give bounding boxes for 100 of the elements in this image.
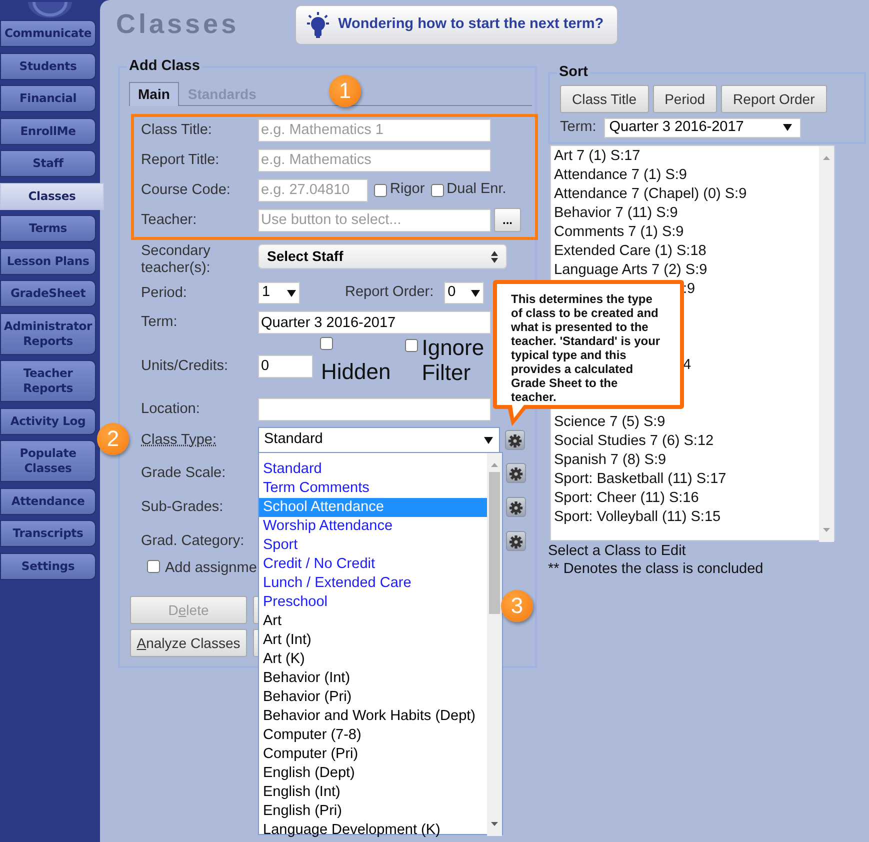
sidebar-item[interactable]: Attendance: [0, 488, 96, 514]
checkbox[interactable]: [404, 339, 418, 352]
dropdown-option[interactable]: Art: [259, 612, 487, 631]
class-list-item[interactable]: Sport: Basketball (11) S:17: [554, 470, 819, 489]
dropdown-option[interactable]: Preschool: [259, 593, 487, 612]
checkbox[interactable]: [147, 560, 160, 572]
field-label: Teacher:: [141, 212, 198, 228]
checkbox[interactable]: [374, 184, 387, 196]
checkbox[interactable]: [320, 336, 333, 350]
class-list-item[interactable]: Science 7 (5) S:9: [554, 413, 819, 432]
gear-icon: [508, 433, 522, 449]
term-select[interactable]: Quarter 3 2016-2017: [604, 118, 802, 138]
sort-button[interactable]: Period: [652, 85, 718, 113]
checkbox-label: Dual Enr.: [446, 180, 506, 200]
sidebar-item[interactable]: Settings: [0, 552, 96, 580]
dropdown-option[interactable]: Behavior (Pri): [259, 688, 487, 707]
sidebar-item[interactable]: Administrator Reports: [0, 312, 96, 354]
dropdown-option[interactable]: Worship Attendance: [259, 517, 487, 536]
logo-drawing: [28, 2, 72, 18]
sidebar-item[interactable]: Communicate: [0, 20, 96, 47]
field-label: Location:: [141, 401, 201, 418]
note-text: ** Denotes the class is concluded: [548, 560, 764, 578]
sidebar-item[interactable]: Staff: [0, 150, 96, 177]
dropdown-option[interactable]: English (Int): [259, 783, 487, 802]
class-list-item[interactable]: Extended Care (1) S:18: [554, 242, 819, 261]
dropdown-option[interactable]: Computer (Pri): [259, 745, 487, 764]
sort-button[interactable]: Report Order: [721, 85, 827, 113]
caret-icon: [287, 290, 296, 296]
class-list-item[interactable]: Spanish 7 (8) S:9: [554, 451, 819, 470]
report-title-field[interactable]: e.g. Mathematics: [258, 148, 491, 172]
location-field[interactable]: [258, 398, 491, 421]
field-label: Grad. Category:: [141, 532, 246, 550]
step-badge: 3: [501, 590, 533, 622]
sidebar-item[interactable]: Students: [0, 52, 96, 80]
note-text: Select a Class to Edit: [548, 542, 687, 560]
dropdown-option[interactable]: Language Development (K): [259, 821, 487, 840]
checkbox-label: Add assignme: [165, 559, 257, 578]
gear-icon: [509, 500, 523, 516]
dropdown-option[interactable]: Computer (7-8): [259, 726, 487, 745]
class-list-item[interactable]: Sport: Volleyball (11) S:15: [554, 508, 819, 527]
dropdown-option[interactable]: Behavior and Work Habits (Dept): [259, 707, 487, 726]
sidebar-item[interactable]: EnrollMe: [0, 118, 96, 144]
sidebar-item[interactable]: Terms: [0, 215, 96, 242]
course-code-field[interactable]: e.g. 27.04810: [258, 178, 368, 202]
gear-icon: [509, 534, 523, 550]
field-label: Report Title:: [141, 152, 220, 168]
field-label: Term:: [560, 118, 596, 137]
settings-button[interactable]: [506, 531, 526, 551]
sidebar-item[interactable]: GradeSheet: [0, 280, 96, 307]
checkbox[interactable]: [430, 184, 444, 196]
sidebar-item[interactable]: Teacher Reports: [0, 360, 96, 402]
dropdown-option[interactable]: Lunch / Extended Care: [259, 574, 487, 593]
field-label: Period:: [141, 284, 188, 302]
dropdown-option[interactable]: Standard: [259, 460, 487, 479]
dropdown-option[interactable]: Art (Int): [259, 631, 487, 650]
class-list-item[interactable]: Attendance 7 (1) S:9: [554, 166, 819, 185]
period-select[interactable]: 1: [258, 282, 300, 304]
class-list-item[interactable]: Social Studies 7 (6) S:12: [554, 432, 819, 451]
class-list-item[interactable]: Comments 7 (1) S:9: [554, 223, 819, 242]
sidebar-item[interactable]: Activity Log: [0, 408, 96, 434]
class-list-item[interactable]: Art 7 (1) S:17: [554, 147, 819, 166]
field-label: Grade Scale:: [141, 464, 227, 482]
class-list-item[interactable]: Language Arts 7 (2) S:9: [554, 261, 819, 280]
settings-button[interactable]: [506, 463, 526, 483]
dropdown-option[interactable]: Art (K): [259, 650, 487, 669]
dropdown-option[interactable]: English (Dept): [259, 764, 487, 783]
staff-select[interactable]: Select Staff: [258, 244, 507, 269]
dropdown-option[interactable]: English (Pri): [259, 802, 487, 821]
class-list-item[interactable]: :9: [683, 281, 696, 297]
class-list-item[interactable]: Attendance 7 (Chapel) (0) S:9: [554, 185, 819, 204]
sort-button[interactable]: Class Title: [560, 85, 649, 113]
units-field[interactable]: 0: [258, 354, 313, 378]
class-list-item[interactable]: Sport: Cheer (11) S:16: [554, 489, 819, 508]
gear-icon: [509, 466, 523, 482]
tooltip-pointer: [507, 405, 529, 426]
settings-button[interactable]: [505, 430, 525, 450]
class-title-field[interactable]: e.g. Mathematics 1: [258, 118, 491, 142]
report-order-select[interactable]: 0: [444, 282, 484, 304]
class-list-item[interactable]: 4: [683, 357, 692, 373]
teacher-field[interactable]: Use button to select...: [258, 208, 491, 232]
class-list-item[interactable]: Behavior 7 (11) S:9: [554, 204, 819, 223]
sidebar-item[interactable]: Transcripts: [0, 520, 96, 547]
tab[interactable]: Main: [129, 82, 179, 106]
select-teacher-button[interactable]: ...: [494, 208, 521, 232]
sidebar-item[interactable]: Financial: [0, 85, 96, 112]
sidebar-item[interactable]: Classes: [0, 182, 104, 210]
settings-button[interactable]: [506, 497, 526, 517]
checkbox-label: Ignore Filter: [422, 335, 486, 385]
dropdown-option[interactable]: Behavior (Int): [259, 669, 487, 688]
field-label: Class Title:: [141, 122, 213, 138]
dropdown-option[interactable]: Credit / No Credit: [259, 555, 487, 574]
page-title: Classes: [116, 8, 240, 40]
term-field[interactable]: Quarter 3 2016-2017: [258, 311, 491, 334]
analyze-button[interactable]: Analyze Classes: [130, 629, 247, 657]
sidebar-item[interactable]: Populate Classes: [0, 440, 96, 482]
help-button[interactable]: Wondering how to start the next term?: [295, 5, 618, 45]
dropdown-option[interactable]: Term Comments: [259, 479, 487, 498]
class-type-select[interactable]: Standard: [258, 427, 500, 453]
sidebar-item[interactable]: Lesson Plans: [0, 248, 96, 274]
dropdown-option[interactable]: Sport: [259, 536, 487, 555]
